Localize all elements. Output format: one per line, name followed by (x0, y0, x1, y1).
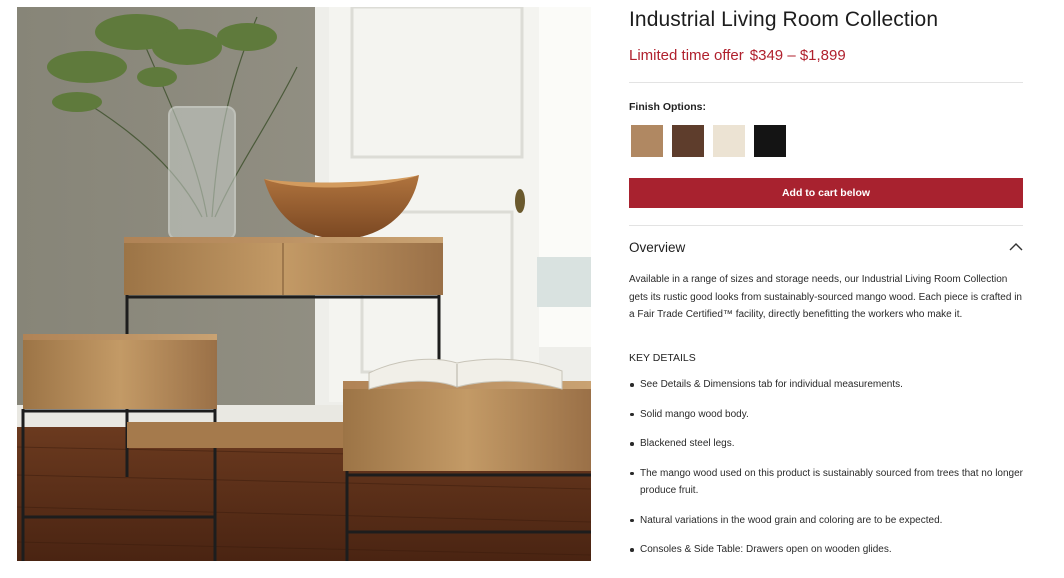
price-range: $349 – $1,899 (749, 47, 846, 64)
list-item: Blackened steel legs. (629, 435, 1023, 453)
swatch-walnut[interactable] (672, 125, 704, 157)
finish-swatches (631, 125, 786, 157)
key-details-list: See Details & Dimensions tab for individ… (629, 376, 1023, 571)
list-item: Natural variations in the wood grain and… (629, 512, 1023, 530)
divider (629, 82, 1023, 83)
list-item: See Details & Dimensions tab for individ… (629, 376, 1023, 394)
product-title: Industrial Living Room Collection (629, 8, 939, 31)
overview-description: Available in a range of sizes and storag… (629, 274, 1022, 320)
list-item: Solid mango wood body. (629, 406, 1023, 424)
product-page: Industrial Living Room Collection Limite… (0, 0, 1064, 578)
product-image[interactable] (17, 7, 591, 561)
overview-title: Overview (629, 240, 686, 255)
list-item: Consoles & Side Table: Drawers open on w… (629, 541, 1023, 559)
swatch-whitewash[interactable] (713, 125, 745, 157)
key-details-heading: KEY DETAILS (629, 352, 696, 364)
overview-toggle[interactable]: Overview (629, 236, 1023, 260)
price-line: Limited time offer $349 – $1,899 (629, 47, 846, 64)
swatch-natural-mango[interactable] (631, 125, 663, 157)
chevron-up-icon (1009, 243, 1023, 251)
list-item: The mango wood used on this product is s… (629, 465, 1023, 500)
add-to-cart-button[interactable]: Add to cart below (629, 178, 1023, 208)
swatch-black[interactable] (754, 125, 786, 157)
finish-options-label: Finish Options: (629, 101, 706, 113)
offer-label: Limited time offer (629, 47, 744, 64)
divider (629, 225, 1023, 226)
